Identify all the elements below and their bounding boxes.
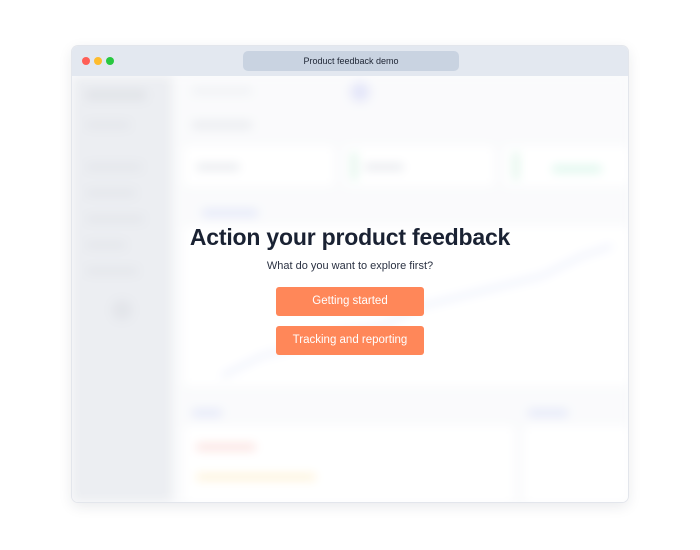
welcome-overlay: Action your product feedback What do you… [72, 76, 628, 502]
tracking-and-reporting-button[interactable]: Tracking and reporting [276, 326, 424, 355]
window-title: Product feedback demo [303, 56, 399, 66]
overlay-subheadline: What do you want to explore first? [266, 260, 434, 272]
getting-started-button[interactable]: Getting started [276, 287, 424, 316]
page-content: Action your product feedback What do you… [72, 76, 628, 502]
zoom-dot-icon[interactable] [106, 57, 114, 65]
close-dot-icon[interactable] [82, 57, 90, 65]
address-bar[interactable]: Product feedback demo [243, 51, 459, 71]
minimize-dot-icon[interactable] [94, 57, 102, 65]
browser-window: Product feedback demo Action your produc… [72, 46, 628, 502]
overlay-headline: Action your product feedback [189, 224, 511, 250]
window-titlebar: Product feedback demo [72, 46, 628, 76]
